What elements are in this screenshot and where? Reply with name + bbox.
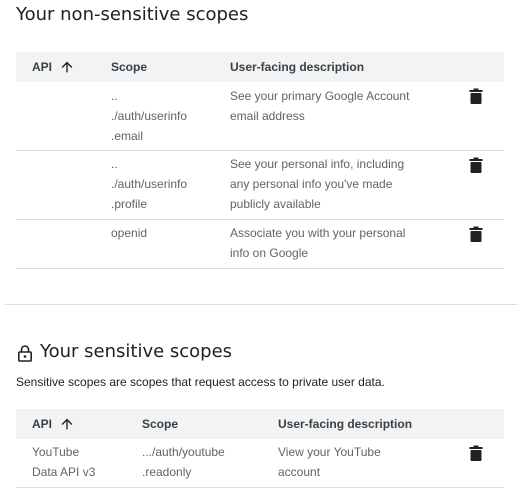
description-text: See your personal info, including (230, 157, 405, 171)
section-divider (5, 304, 517, 305)
scope-cell: .. ./auth/userinfo .profile (111, 154, 187, 214)
column-header-api[interactable]: API (32, 52, 52, 82)
description-text: any personal info you've made (230, 177, 393, 191)
non-sensitive-table-header: API Scope User-facing description (16, 52, 504, 82)
scope-text: ./auth/userinfo (111, 177, 188, 191)
description-text: info on Google (230, 246, 309, 260)
api-text: Data API v3 (32, 465, 96, 479)
table-row: YouTube Data API v3 .../auth/youtube .re… (16, 439, 504, 488)
description-cell: See your primary Google Account email ad… (230, 86, 409, 126)
description-text: View your YouTube (278, 445, 381, 459)
description-text: See your primary Google Account (230, 89, 410, 103)
scope-cell: .../auth/youtube .readonly (142, 442, 225, 482)
arrow-upward-icon[interactable] (59, 416, 75, 432)
column-header-description: User-facing description (278, 417, 413, 431)
arrow-upward-icon[interactable] (59, 59, 75, 75)
column-header-scope: Scope (142, 417, 179, 431)
description-text: account (278, 465, 321, 479)
column-header-api[interactable]: API (32, 409, 52, 439)
scope-text: .readonly (142, 465, 192, 479)
scope-text: .profile (111, 197, 148, 211)
scope-cell: .. ./auth/userinfo .email (111, 86, 187, 146)
description-cell: Associate you with your personal info on… (230, 223, 405, 263)
scope-text: openid (111, 226, 148, 240)
sensitive-scopes-title: Your sensitive scopes (40, 341, 233, 362)
trash-icon[interactable] (469, 88, 483, 104)
column-header-description: User-facing description (230, 60, 365, 74)
non-sensitive-scopes-title: Your non-sensitive scopes (16, 4, 249, 25)
scopes-page: Your non-sensitive scopes API Scope User… (0, 0, 517, 503)
table-row: openid Associate you with your personal … (16, 220, 504, 269)
trash-icon[interactable] (469, 445, 483, 461)
table-row: .. ./auth/userinfo .email See your prima… (16, 82, 504, 151)
description-text: Associate you with your personal (230, 226, 406, 240)
scope-text: ./auth/userinfo (111, 109, 188, 123)
trash-icon[interactable] (469, 226, 483, 242)
api-cell: YouTube Data API v3 (32, 442, 95, 482)
scope-cell: openid (111, 223, 147, 243)
scope-text: .. (111, 89, 118, 103)
scope-text: .email (111, 129, 144, 143)
table-row: .. ./auth/userinfo .profile See your per… (16, 151, 504, 220)
column-header-scope: Scope (111, 60, 148, 74)
lock-icon (17, 345, 32, 362)
scope-text: .../auth/youtube (142, 445, 225, 459)
description-cell: View your YouTube account (278, 442, 381, 482)
trash-icon[interactable] (469, 157, 483, 173)
description-text: email address (230, 109, 305, 123)
scope-text: .. (111, 157, 118, 171)
sensitive-table-header: API Scope User-facing description (16, 409, 504, 439)
api-text: YouTube (32, 445, 80, 459)
description-cell: See your personal info, including any pe… (230, 154, 404, 214)
description-text: publicly available (230, 197, 321, 211)
sensitive-scopes-subtitle: Sensitive scopes are scopes that request… (16, 375, 385, 389)
